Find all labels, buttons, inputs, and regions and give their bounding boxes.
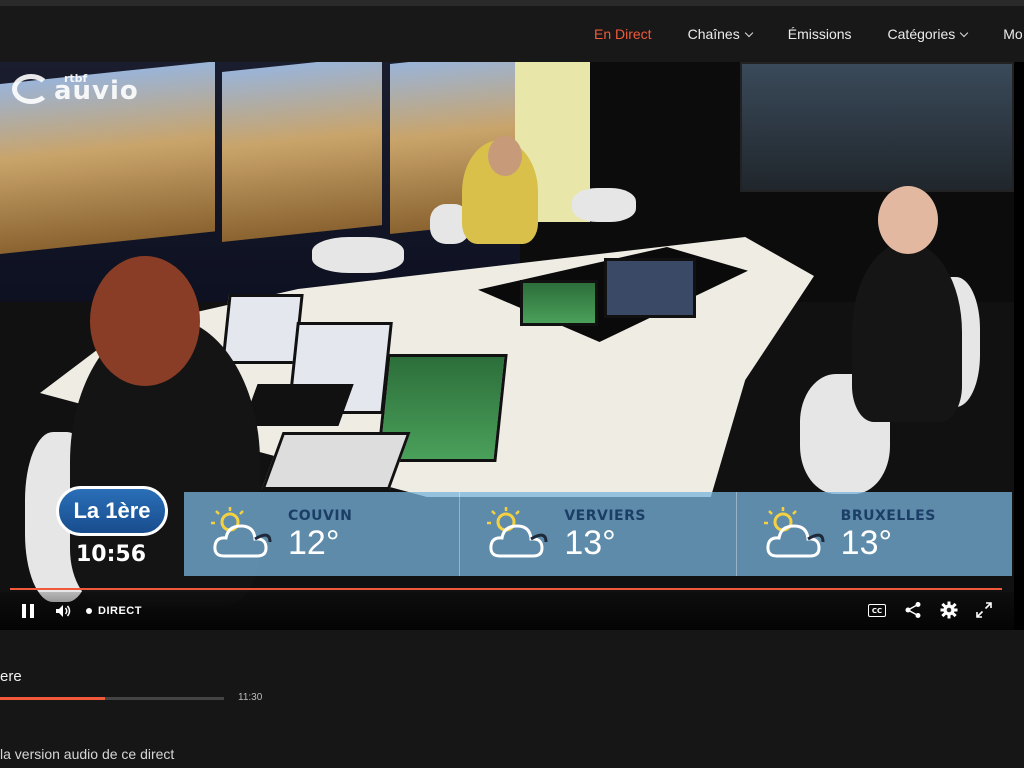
pause-icon (22, 604, 26, 618)
weather-cell: COUVIN 12° (184, 492, 461, 576)
chevron-down-icon (959, 28, 969, 37)
mixing-console (261, 432, 411, 490)
live-dot-icon (86, 608, 92, 614)
partly-cloudy-icon (487, 507, 548, 558)
weather-temp: 12° (288, 524, 340, 562)
technician-hair (90, 256, 200, 386)
nav-label: En Direct (594, 26, 652, 42)
guest (852, 242, 962, 422)
closed-captions-button[interactable]: CC (868, 604, 886, 617)
program-end-time: 11:30 (238, 692, 263, 703)
program-info: ere 11:30 la version audio de ce direct (0, 630, 1024, 768)
nav-label: Catégories (887, 26, 956, 42)
weather-city: COUVIN (288, 508, 353, 524)
studio-monitor (520, 280, 598, 326)
audio-version-link[interactable]: la version audio de ce direct (0, 746, 174, 762)
nav-label: Émissions (787, 26, 852, 42)
auvio-logo-icon (12, 74, 50, 104)
top-navigation-bar: En Direct Chaînes Émissions Catégories M… (0, 0, 1024, 62)
host-head (488, 136, 522, 176)
studio-chair (312, 237, 404, 273)
studio-control-window (740, 62, 1014, 192)
studio-chair (572, 188, 636, 222)
share-icon[interactable] (904, 601, 922, 619)
nav-item-more[interactable]: Mo (1003, 26, 1022, 42)
wheat-panel (222, 62, 382, 243)
keyboard (242, 384, 354, 426)
chevron-down-icon (744, 28, 753, 37)
program-progress-fill (0, 697, 106, 700)
partly-cloudy-icon (763, 507, 825, 558)
weather-temp: 13° (564, 524, 616, 562)
volume-icon[interactable] (54, 602, 72, 620)
nav-item-chaines[interactable]: Chaînes (687, 26, 753, 42)
player-controls: DIRECT CC (0, 592, 1014, 630)
player-progress-bar[interactable] (10, 588, 1002, 590)
pause-icon-bar (30, 604, 34, 618)
broadcast-clock: 10:56 (76, 542, 147, 567)
studio-monitor (604, 258, 696, 318)
partly-cloudy-icon (211, 507, 272, 558)
pause-button[interactable] (22, 604, 34, 618)
live-label: DIRECT (98, 605, 142, 617)
settings-gear-icon[interactable] (940, 601, 958, 619)
weather-temp: 13° (840, 524, 893, 562)
fullscreen-icon[interactable] (976, 602, 992, 618)
live-indicator: DIRECT (86, 605, 142, 617)
weather-band: COUVIN 12° VERVIERS 13° BRUXELLES 13° (184, 492, 1012, 576)
logo-sub: rtbf (64, 72, 88, 85)
weather-cell: VERVIERS 13° (460, 492, 737, 576)
studio-monitor (221, 294, 304, 364)
program-progress-track (0, 697, 224, 700)
nav-label: Mo (1003, 26, 1023, 42)
weather-city: BRUXELLES (840, 508, 936, 524)
nav-item-categories[interactable]: Catégories (887, 26, 969, 42)
nav-item-en-direct[interactable]: En Direct (594, 26, 652, 42)
cc-label: CC (871, 606, 883, 615)
channel-name: La 1ère (73, 498, 151, 523)
guest-head (878, 186, 938, 254)
nav-label: Chaînes (687, 26, 740, 42)
weather-cell: BRUXELLES 13° (737, 492, 1012, 576)
main-nav: En Direct Chaînes Émissions Catégories M… (594, 26, 1024, 42)
channel-badge: La 1ère (56, 486, 168, 536)
nav-item-emissions[interactable]: Émissions (788, 26, 852, 42)
video-player[interactable]: auvio rtbf La 1ère 10:56 COUVIN 12° VERV… (0, 62, 1014, 630)
program-title: ere (0, 668, 22, 685)
weather-city: VERVIERS (564, 508, 646, 524)
auvio-logo: auvio rtbf (12, 72, 139, 104)
